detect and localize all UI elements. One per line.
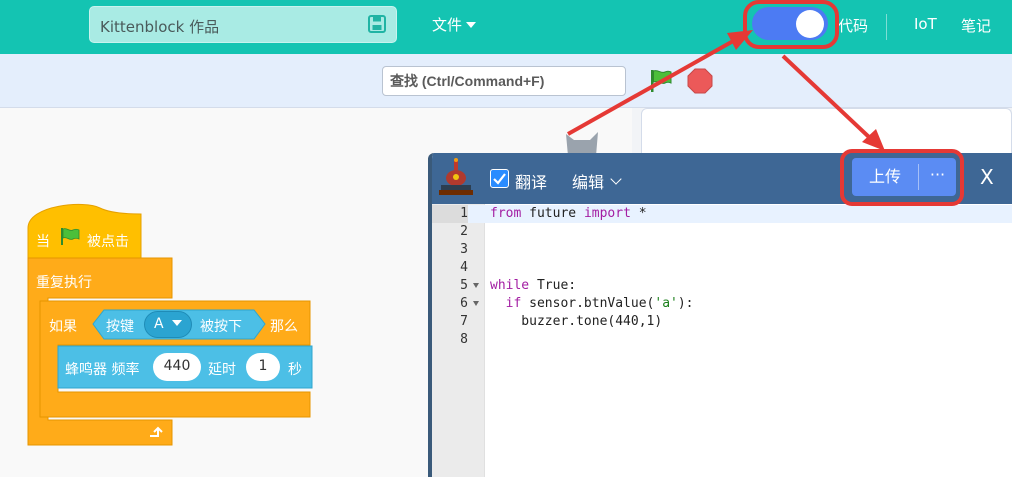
chevron-down-icon bbox=[610, 173, 622, 185]
code-line[interactable]: 1 from future import * bbox=[432, 205, 1012, 223]
edit-menu[interactable]: 编辑 bbox=[572, 169, 622, 193]
code-line[interactable]: 8 bbox=[432, 331, 1012, 349]
edit-menu-label[interactable]: 编辑 bbox=[572, 173, 604, 192]
forever-label: 重复执行 bbox=[36, 275, 92, 291]
code-text[interactable]: buzzer.tone(440,1) bbox=[490, 313, 662, 331]
line-number: 1 bbox=[432, 205, 468, 223]
buzzer-label: 蜂鸣器 频率 bbox=[65, 362, 140, 378]
delay-label: 延时 bbox=[208, 362, 236, 378]
iot-menu[interactable]: IoT bbox=[914, 15, 937, 33]
code-line[interactable]: 6 if sensor.btnValue('a'): bbox=[432, 295, 1012, 313]
menu-divider bbox=[886, 14, 887, 40]
translate-label[interactable]: 翻译 bbox=[515, 169, 547, 193]
upload-button-group: 上传 ··· bbox=[852, 158, 956, 196]
clicked-label: 被点击 bbox=[87, 234, 129, 250]
then-label: 那么 bbox=[270, 319, 298, 335]
code-panel-header: 翻译 编辑 上传 ··· X bbox=[432, 153, 1012, 204]
key-value[interactable]: A bbox=[154, 316, 164, 332]
code-line[interactable]: 5 while True: bbox=[432, 277, 1012, 295]
key-dropdown[interactable]: A bbox=[144, 311, 192, 338]
code-line[interactable]: 4 bbox=[432, 259, 1012, 277]
upload-device-icon bbox=[439, 158, 473, 195]
fold-arrow-icon[interactable] bbox=[473, 283, 479, 288]
upload-button[interactable]: 上传 bbox=[852, 158, 918, 196]
code-mode-label[interactable]: 代码 bbox=[838, 15, 868, 36]
close-button[interactable]: X bbox=[980, 165, 994, 189]
delay-input[interactable]: 1 bbox=[246, 353, 280, 381]
more-options-button[interactable]: ··· bbox=[919, 158, 956, 196]
key-label: 按键 bbox=[106, 319, 134, 335]
line-number: 5 bbox=[460, 278, 468, 293]
code-text[interactable]: if sensor.btnValue('a'): bbox=[490, 295, 694, 313]
line-number: 3 bbox=[460, 242, 468, 257]
line-number: 2 bbox=[460, 224, 468, 239]
line-number: 7 bbox=[460, 314, 468, 329]
frequency-input[interactable]: 440 bbox=[153, 353, 201, 381]
line-number: 6 bbox=[460, 296, 468, 311]
translate-checkbox[interactable] bbox=[490, 169, 509, 188]
code-line[interactable]: 2 bbox=[432, 223, 1012, 241]
check-icon bbox=[493, 173, 506, 185]
pressed-label: 被按下 bbox=[200, 319, 242, 335]
toggle-knob[interactable] bbox=[796, 10, 824, 38]
if-label: 如果 bbox=[49, 319, 77, 335]
code-editor[interactable]: 1 from future import * 2 3 4 5 while Tru… bbox=[432, 204, 1012, 477]
stop-icon[interactable] bbox=[687, 68, 713, 94]
code-text[interactable]: from future import * bbox=[490, 205, 647, 223]
notes-menu[interactable]: 笔记 bbox=[961, 15, 991, 36]
code-line[interactable]: 7 buzzer.tone(440,1) bbox=[432, 313, 1012, 331]
code-mode-toggle[interactable] bbox=[752, 7, 828, 40]
code-panel: 翻译 编辑 上传 ··· X 1 from future import * 2 … bbox=[428, 153, 1012, 477]
code-text[interactable]: while True: bbox=[490, 277, 576, 295]
code-line[interactable]: 3 bbox=[432, 241, 1012, 259]
seconds-label: 秒 bbox=[288, 362, 302, 378]
caret-down-icon bbox=[172, 320, 183, 326]
green-flag-icon[interactable] bbox=[648, 68, 674, 94]
when-label: 当 bbox=[36, 234, 50, 250]
fold-arrow-icon[interactable] bbox=[473, 301, 479, 306]
line-number: 8 bbox=[460, 332, 468, 347]
line-number: 4 bbox=[460, 260, 468, 275]
